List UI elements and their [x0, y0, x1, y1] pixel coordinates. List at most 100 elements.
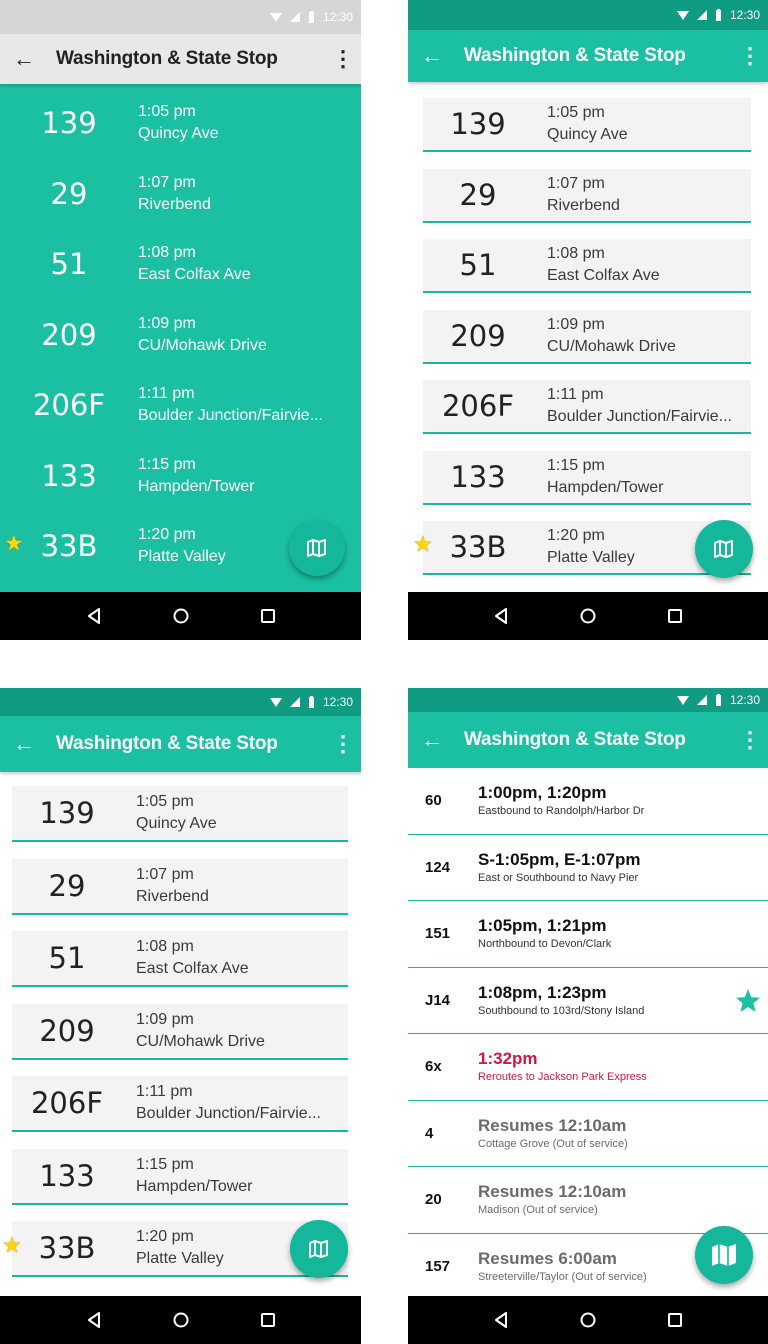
- route-card[interactable]: 206F 1:11 pm Boulder Junction/Fairvie...: [14, 378, 344, 432]
- route-card[interactable]: 139 1:05 pm Quincy Ave: [423, 98, 751, 152]
- route-card[interactable]: 209 1:09 pm CU/Mohawk Drive: [12, 1003, 348, 1060]
- circle-home-icon[interactable]: [166, 601, 196, 631]
- route-card[interactable]: 209 1:09 pm CU/Mohawk Drive: [14, 307, 344, 362]
- route-list-row[interactable]: 4 Resumes 12:10am Cottage Grove (Out of se…: [408, 1100, 768, 1167]
- route-detail: East or Southbound to Navy Pier: [478, 871, 639, 884]
- arrival-times: 1:08pm, 1:23pm: [478, 982, 607, 1002]
- triangle-back-icon[interactable]: [79, 601, 109, 631]
- route-card[interactable]: 51 1:08 pm East Colfax Ave: [12, 931, 348, 987]
- route-list-row[interactable]: 151 1:05pm, 1:21pm Northbound to Devon/Cla…: [408, 901, 768, 968]
- triangle-back-icon[interactable]: [79, 1305, 109, 1335]
- destination: East Colfax Ave: [138, 266, 251, 283]
- destination: Riverbend: [136, 887, 209, 905]
- signal-icon: [696, 695, 707, 705]
- route-number: 6x: [425, 1058, 442, 1076]
- back-arrow-icon[interactable]: ←: [408, 727, 456, 753]
- arrival-info: 1:09 pm CU/Mohawk Drive: [122, 1009, 265, 1053]
- back-arrow-icon[interactable]: ←: [0, 46, 48, 72]
- route-card[interactable]: 206F 1:11 pm Boulder Junction/Fairvie...: [12, 1076, 348, 1132]
- route-card[interactable]: 133 1:15 pm Hampden/Tower: [12, 1148, 348, 1205]
- route-number-text: 29: [459, 177, 497, 212]
- route-card[interactable]: 29 1:07 pm Riverbend: [423, 168, 751, 223]
- route-card[interactable]: 133 1:15 pm Hampden/Tower: [14, 448, 344, 503]
- route-list-row[interactable]: J14 1:08pm, 1:23pm Southbound to 103rd/Sto…: [408, 967, 768, 1034]
- destination: CU/Mohawk Drive: [138, 336, 267, 354]
- route-number: 133: [423, 460, 533, 494]
- arrival-info: 1:15 pm Hampden/Tower: [122, 1154, 253, 1198]
- destination: East Colfax Ave: [547, 267, 660, 284]
- route-list-row[interactable]: 124 S-1:05pm, E-1:07pm East or Southbound …: [408, 834, 768, 901]
- status-bar: 12:30: [408, 0, 768, 30]
- more-vert-icon[interactable]: ⋮: [732, 43, 768, 69]
- route-number: 60: [425, 792, 442, 810]
- arrival-list: 139 1:05 pm Quincy Ave 29 1:07 pm Riverbend 51…: [408, 82, 768, 592]
- circle-home-icon[interactable]: [573, 1305, 603, 1335]
- route-number: 139: [14, 106, 124, 140]
- back-arrow-icon[interactable]: ←: [0, 731, 48, 757]
- route-number-text: 206F: [441, 389, 515, 423]
- circle-home-icon[interactable]: [166, 1305, 196, 1335]
- circle-home-icon[interactable]: [573, 601, 603, 631]
- route-card[interactable]: 206F 1:11 pm Boulder Junction/Fairvie...: [423, 380, 751, 434]
- page-title: Washington & State Stop: [464, 45, 686, 66]
- square-recents-icon[interactable]: [660, 601, 690, 631]
- arrival-info: 1:20 pm Platte Valley: [533, 525, 635, 569]
- arrival-info: 1:15 pm Hampden/Tower: [533, 455, 664, 499]
- map-fab-button[interactable]: [695, 1226, 753, 1284]
- arrival-time: 1:05 pm: [136, 793, 194, 810]
- route-card[interactable]: 29 1:07 pm Riverbend: [14, 166, 344, 221]
- phone-variant-light-cards: 12:30 ← Washington & State Stop ⋮ 139 1:0…: [408, 0, 768, 640]
- route-number: 51: [423, 248, 533, 282]
- destination: Riverbend: [547, 196, 620, 214]
- back-arrow-icon[interactable]: ←: [408, 43, 456, 69]
- route-number: 133: [14, 459, 124, 493]
- square-recents-icon[interactable]: [253, 601, 283, 631]
- route-card[interactable]: 133 1:15 pm Hampden/Tower: [423, 450, 751, 505]
- app-bar: ← Washington & State Stop ⋮: [408, 712, 768, 768]
- map-fab-button[interactable]: [289, 520, 345, 576]
- route-card[interactable]: 51 1:08 pm East Colfax Ave: [14, 237, 344, 291]
- favorite-star-icon[interactable]: ★: [413, 533, 433, 558]
- status-time: 12:30: [322, 695, 353, 709]
- route-detail: Southbound to 103rd/Stony Island: [478, 1004, 645, 1017]
- route-list-row[interactable]: 6x 1:32pm Reroutes to Jackson Park Express: [408, 1034, 768, 1101]
- route-card[interactable]: 139 1:05 pm Quincy Ave: [14, 96, 344, 150]
- route-card[interactable]: 139 1:05 pm Quincy Ave: [12, 786, 348, 842]
- destination: Boulder Junction/Fairvie...: [547, 408, 732, 425]
- triangle-back-icon[interactable]: [486, 1305, 516, 1335]
- map-fab-button[interactable]: [695, 520, 753, 578]
- route-info: S-1:05pm, E-1:07pm East or Southbound to …: [478, 850, 728, 885]
- more-vert-icon[interactable]: ⋮: [732, 727, 768, 753]
- route-card[interactable]: 29 1:07 pm Riverbend: [12, 858, 348, 915]
- wifi-icon: [676, 10, 689, 21]
- route-card[interactable]: 51 1:08 pm East Colfax Ave: [423, 239, 751, 293]
- destination: East Colfax Ave: [136, 960, 249, 977]
- favorite-star-icon[interactable]: ★: [4, 532, 24, 557]
- battery-icon: [715, 694, 722, 706]
- more-vert-icon[interactable]: ⋮: [325, 46, 361, 72]
- arrival-time: 1:05 pm: [138, 103, 196, 120]
- page-title: Washington & State Stop: [56, 733, 278, 754]
- arrival-time: 1:09 pm: [547, 315, 605, 333]
- route-info: Resumes 12:10am Madison (Out of service): [478, 1182, 728, 1217]
- arrival-time: 1:07 pm: [136, 865, 194, 883]
- arrival-info: 1:08 pm East Colfax Ave: [122, 936, 249, 980]
- map-fab-button[interactable]: [290, 1220, 348, 1278]
- favorite-star-icon[interactable]: ★: [2, 1234, 22, 1259]
- route-number-text: 209: [41, 317, 97, 352]
- triangle-back-icon[interactable]: [486, 601, 516, 631]
- square-recents-icon[interactable]: [253, 1305, 283, 1335]
- phone-variant-list: 12:30 ← Washington & State Stop ⋮ 60 1:00…: [408, 688, 768, 1344]
- route-list-row[interactable]: 60 1:00pm, 1:20pm Eastbound to Randolph/Ha…: [408, 768, 768, 835]
- favorite-star-icon[interactable]: [735, 988, 761, 1013]
- destination: Hampden/Tower: [547, 478, 664, 496]
- page-title: Washington & State Stop: [56, 48, 278, 69]
- more-vert-icon[interactable]: ⋮: [325, 731, 361, 757]
- route-card[interactable]: 209 1:09 pm CU/Mohawk Drive: [423, 309, 751, 364]
- square-recents-icon[interactable]: [660, 1305, 690, 1335]
- app-bar: ← Washington & State Stop ⋮: [408, 30, 768, 82]
- arrival-info: 1:07 pm Riverbend: [533, 173, 620, 217]
- route-list-row[interactable]: 20 Resumes 12:10am Madison (Out of service…: [408, 1167, 768, 1234]
- arrival-info: 1:20 pm Platte Valley: [124, 524, 226, 568]
- route-number-text: 29: [50, 176, 88, 211]
